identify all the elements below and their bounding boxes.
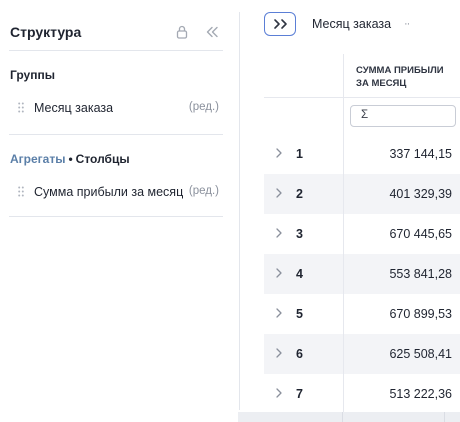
groups-section-title: Группы xyxy=(10,68,55,82)
aggregate-field-label: Сумма прибыли за месяц xyxy=(34,185,184,199)
column-separator[interactable] xyxy=(343,54,344,414)
table-row[interactable]: 2 401 329,39 xyxy=(264,174,460,214)
row-value: 670 445,65 xyxy=(389,227,452,241)
scrollbar-divider xyxy=(342,412,343,422)
chevron-right-icon[interactable] xyxy=(274,227,284,239)
columns-label: Столбцы xyxy=(75,152,130,166)
row-value: 553 841,28 xyxy=(389,267,452,281)
row-key: 7 xyxy=(296,387,303,401)
chevron-right-icon[interactable] xyxy=(274,387,284,399)
chevron-right-icon[interactable] xyxy=(274,307,284,319)
table-row[interactable]: 4 553 841,28 xyxy=(264,254,460,294)
group-field-edit-link[interactable]: (ред.) xyxy=(189,101,219,113)
divider xyxy=(9,50,223,51)
filter-row: Σ xyxy=(264,98,460,134)
sum-symbol: Σ xyxy=(361,109,369,121)
panel-splitter[interactable] xyxy=(239,12,240,410)
lock-icon[interactable] xyxy=(174,24,190,40)
drag-handle-icon[interactable] xyxy=(18,186,24,197)
double-chevron-right-icon xyxy=(274,19,287,29)
data-grid: СУММА ПРИБЫЛИ ЗА МЕСЯЦ Σ 1 337 144,15 2 401… xyxy=(264,54,460,422)
structure-panel: Структура Группы Месяц заказа (ред.) Агр… xyxy=(0,0,240,422)
group-field-row[interactable]: Месяц заказа (ред.) xyxy=(10,98,222,118)
row-key: 2 xyxy=(296,187,303,201)
scrollbar-divider xyxy=(444,412,445,422)
title-separator: • xyxy=(68,152,73,166)
pivot-field-label[interactable]: Месяц заказа xyxy=(312,17,391,31)
group-field-label: Месяц заказа xyxy=(34,101,114,115)
panel-header: Структура xyxy=(10,24,222,42)
chevron-right-icon[interactable] xyxy=(274,267,284,279)
table-row[interactable]: 3 670 445,65 xyxy=(264,214,460,254)
row-key: 6 xyxy=(296,347,303,361)
row-value: 401 329,39 xyxy=(389,187,452,201)
chevron-right-icon[interactable] xyxy=(274,347,284,359)
row-value: 670 899,53 xyxy=(389,307,452,321)
chevron-right-icon[interactable] xyxy=(274,187,284,199)
aggregate-filter-input[interactable]: Σ xyxy=(350,105,456,127)
aggregate-field-row[interactable]: Сумма прибыли за месяц (ред.) xyxy=(10,182,222,202)
drag-handle-icon[interactable] xyxy=(18,102,24,113)
table-row[interactable]: 1 337 144,15 xyxy=(264,134,460,174)
horizontal-scrollbar[interactable] xyxy=(238,412,460,422)
column-header[interactable]: СУММА ПРИБЫЛИ ЗА МЕСЯЦ xyxy=(356,64,456,90)
table-row[interactable]: 5 670 899,53 xyxy=(264,294,460,334)
row-key: 5 xyxy=(296,307,303,321)
expand-panel-button[interactable] xyxy=(264,12,296,36)
row-key: 4 xyxy=(296,267,303,281)
chevron-right-icon[interactable] xyxy=(274,147,284,159)
divider xyxy=(9,134,223,135)
more-options-icon[interactable]: ·· xyxy=(404,18,410,30)
panel-title: Структура xyxy=(10,24,82,40)
aggregates-section-title: Агрегаты • Столбцы xyxy=(10,152,130,166)
aggregate-field-edit-link[interactable]: (ред.) xyxy=(189,185,219,197)
table-row[interactable]: 6 625 508,41 xyxy=(264,334,460,374)
row-key: 1 xyxy=(296,147,303,161)
row-key: 3 xyxy=(296,227,303,241)
row-value: 513 222,36 xyxy=(389,387,452,401)
divider xyxy=(9,216,223,217)
row-value: 625 508,41 xyxy=(389,347,452,361)
aggregates-label: Агрегаты xyxy=(10,152,66,166)
row-value: 337 144,15 xyxy=(389,147,452,161)
double-chevron-left-icon[interactable] xyxy=(204,24,220,40)
table-row[interactable]: 7 513 222,36 xyxy=(264,374,460,414)
